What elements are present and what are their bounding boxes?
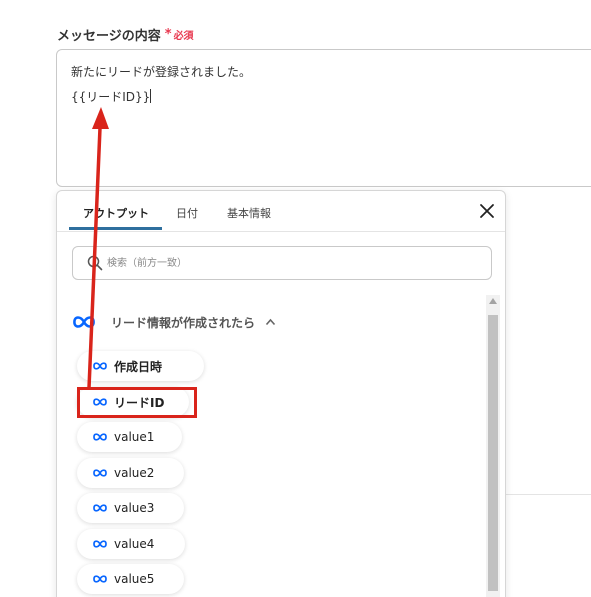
scroll-up-arrow-icon[interactable]	[489, 298, 497, 304]
search-icon	[87, 255, 103, 271]
output-item-label: リードID	[114, 395, 165, 410]
output-item-value3[interactable]: value3	[77, 493, 184, 523]
required-text: 必須	[173, 31, 194, 42]
background-divider	[506, 494, 591, 495]
scrollbar[interactable]	[486, 295, 500, 597]
output-item-label: 作成日時	[114, 359, 163, 374]
output-item-label: value4	[114, 537, 155, 551]
meta-logo-icon	[73, 316, 95, 328]
group-label: リード情報が作成されたら	[111, 315, 256, 330]
search-input[interactable]	[107, 253, 477, 273]
message-line-2: {{リードID}}	[71, 88, 152, 105]
page: メッセージの内容 * 必須 新たにリードが登録されました。 {{リードID}} …	[0, 0, 591, 597]
output-item-label: value3	[114, 501, 155, 515]
message-line-1: 新たにリードが登録されました。	[71, 65, 252, 79]
tab-bar: アウトプット 日付 基本情報	[57, 191, 505, 232]
output-item-value2[interactable]: value2	[77, 458, 184, 488]
meta-logo-icon	[93, 362, 107, 370]
output-item-value5[interactable]: value5	[77, 564, 184, 594]
active-tab-indicator	[69, 227, 162, 230]
output-item-value1[interactable]: value1	[77, 422, 182, 452]
meta-logo-icon	[93, 575, 107, 583]
tab-output[interactable]: アウトプット	[83, 205, 149, 221]
message-content-label: メッセージの内容 * 必須	[57, 25, 194, 44]
output-item-label: value1	[114, 430, 155, 444]
message-variable: {{リードID}}	[71, 90, 151, 104]
meta-logo-icon	[93, 504, 107, 512]
text-cursor	[150, 89, 152, 103]
tab-basic-info[interactable]: 基本情報	[227, 205, 271, 221]
variable-picker-popup: アウトプット 日付 基本情報 リード情報が作成されたら	[56, 190, 506, 597]
meta-logo-icon	[93, 433, 107, 441]
required-star: *	[164, 27, 172, 42]
meta-logo-icon	[93, 540, 107, 548]
output-item-lead-id[interactable]: リードID	[77, 387, 189, 417]
meta-logo-icon	[93, 469, 107, 477]
scrollbar-thumb[interactable]	[488, 315, 498, 591]
output-item-value4[interactable]: value4	[77, 529, 185, 559]
close-icon[interactable]	[477, 201, 497, 221]
search-field[interactable]	[72, 246, 492, 280]
chevron-up-icon	[265, 318, 276, 326]
tab-date[interactable]: 日付	[176, 205, 198, 221]
output-item-created-at[interactable]: 作成日時	[77, 351, 204, 381]
message-textarea[interactable]: 新たにリードが登録されました。 {{リードID}}	[56, 49, 591, 187]
output-item-label: value2	[114, 466, 155, 480]
output-item-label: value5	[114, 572, 155, 586]
meta-logo-icon	[93, 398, 107, 406]
field-label-text: メッセージの内容	[57, 29, 161, 44]
group-header-lead-created[interactable]: リード情報が作成されたら	[71, 311, 276, 333]
